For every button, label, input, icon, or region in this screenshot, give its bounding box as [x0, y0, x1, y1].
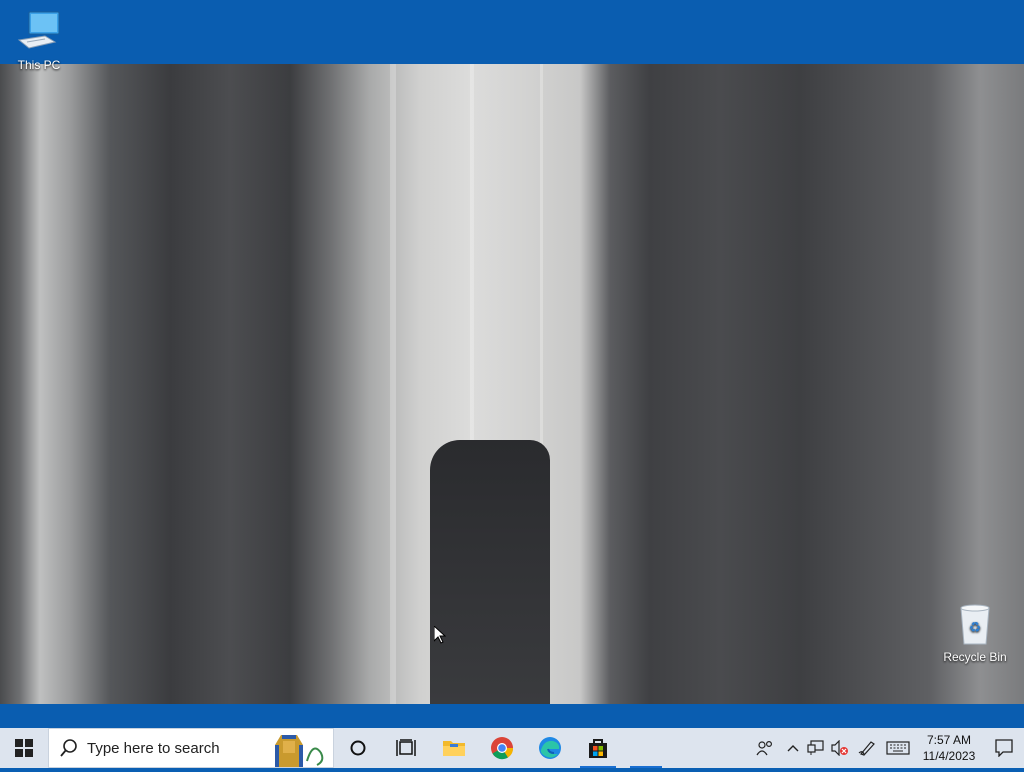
this-pc-desktop-icon[interactable]: This PC	[4, 10, 74, 72]
chrome-button[interactable]	[478, 728, 526, 768]
cortana-button[interactable]	[334, 728, 382, 768]
recycle-bin-label: Recycle Bin	[943, 650, 1007, 664]
svg-text:♻: ♻	[969, 620, 982, 636]
people-button[interactable]	[748, 728, 782, 768]
file-explorer-button[interactable]	[430, 728, 478, 768]
mouse-cursor-icon	[433, 624, 447, 649]
task-view-icon	[396, 739, 416, 756]
windows-logo-icon	[15, 739, 33, 757]
computer-icon	[15, 10, 63, 54]
desktop-bottom-band	[0, 704, 1024, 728]
volume-button[interactable]	[828, 728, 852, 768]
keyboard-icon	[886, 741, 910, 755]
clock[interactable]: 7:57 AM 11/4/2023	[914, 732, 984, 764]
edge-icon	[539, 737, 561, 759]
folder-icon	[443, 741, 465, 756]
search-icon	[60, 739, 77, 757]
chrome-icon	[491, 737, 514, 760]
wallpaper-rock	[430, 440, 550, 704]
open-app-slot[interactable]	[622, 728, 670, 768]
store-icon	[589, 739, 607, 758]
touch-keyboard-button[interactable]	[882, 728, 914, 768]
people-icon	[756, 740, 773, 756]
edge-button[interactable]	[526, 728, 574, 768]
search-box[interactable]: Type here to search	[48, 728, 334, 768]
network-icon	[807, 740, 824, 755]
notification-icon	[995, 739, 1013, 757]
chevron-up-icon	[787, 745, 799, 752]
start-button[interactable]	[0, 728, 48, 768]
clock-date: 11/4/2023	[922, 749, 976, 763]
recycle-bin-desktop-icon[interactable]: ♻ Recycle Bin	[940, 604, 1010, 664]
volume-muted-icon	[831, 740, 848, 756]
action-center-button[interactable]	[984, 728, 1024, 768]
cortana-circle-icon	[350, 740, 366, 756]
clock-time: 7:57 AM	[926, 733, 972, 747]
recycle-bin-icon: ♻	[951, 604, 999, 646]
wallpaper-detail	[390, 64, 396, 704]
desktop-top-band	[0, 0, 1024, 64]
pen-icon	[858, 741, 875, 756]
microsoft-store-button[interactable]	[574, 728, 622, 768]
show-hidden-icons-button[interactable]	[782, 728, 804, 768]
this-pc-label: This PC	[17, 58, 61, 72]
system-tray: 7:57 AM 11/4/2023	[748, 728, 1024, 768]
search-highlight-image[interactable]	[267, 731, 329, 767]
search-placeholder: Type here to search	[87, 739, 220, 757]
network-button[interactable]	[804, 728, 828, 768]
pen-workspace-button[interactable]	[852, 728, 882, 768]
task-view-button[interactable]	[382, 728, 430, 768]
taskbar: Type here to search 7:57 AM 11/4/2023	[0, 728, 1024, 768]
